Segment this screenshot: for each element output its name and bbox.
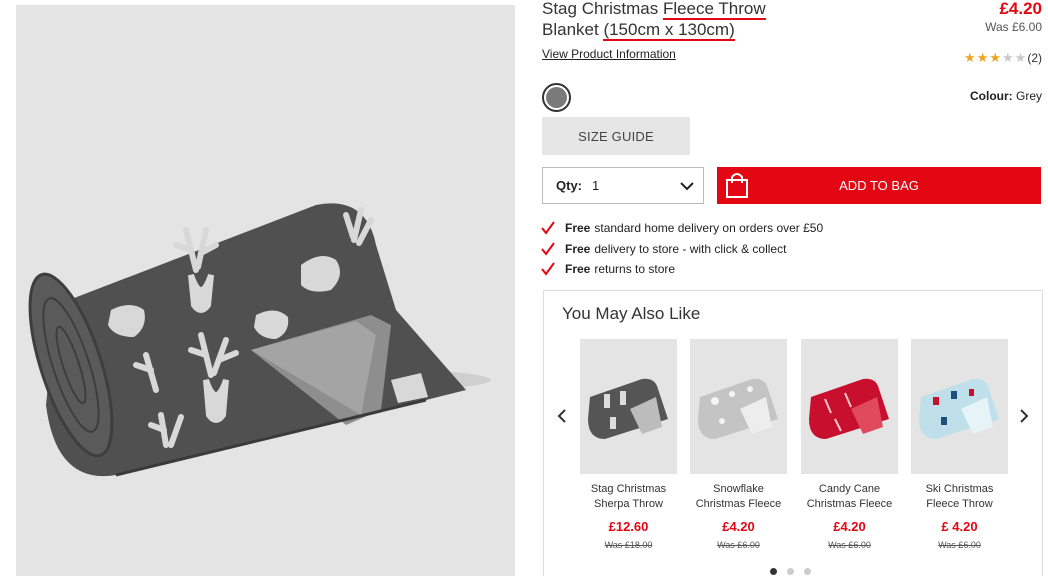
card-name-line: Fleece Throw bbox=[926, 498, 993, 510]
chevron-left-icon[interactable] bbox=[555, 409, 569, 423]
star-filled-icon: ★ bbox=[964, 50, 976, 65]
card-name-line: Christmas Fleece bbox=[806, 498, 893, 510]
colour-swatch-grey[interactable] bbox=[542, 83, 571, 112]
product-card[interactable]: Candy Cane Christmas Fleece £4.20 Was £6… bbox=[801, 339, 898, 550]
title-text-2: Fleece Throw bbox=[662, 0, 766, 20]
star-empty-icon: ★ bbox=[1014, 50, 1027, 65]
title-text-3: Blanket bbox=[542, 20, 604, 39]
product-card[interactable]: Ski Christmas Fleece Throw £ 4.20 Was £6… bbox=[911, 339, 1008, 550]
product-card-was-price: Was £18.00 bbox=[604, 540, 653, 550]
colour-value: Grey bbox=[1015, 89, 1042, 103]
colour-indicator: Colour: Grey bbox=[970, 89, 1042, 103]
quantity-select[interactable]: Qty: 1 bbox=[542, 167, 704, 204]
benefit-text: delivery to store - with click & collect bbox=[594, 241, 787, 256]
rating-count: (2) bbox=[1027, 51, 1042, 65]
check-icon bbox=[541, 242, 555, 256]
check-icon bbox=[541, 221, 555, 235]
product-card-price: £4.20 bbox=[722, 519, 755, 534]
product-title: Stag Christmas Fleece Throw Blanket (150… bbox=[542, 0, 872, 41]
card-name-line: Snowflake bbox=[713, 483, 764, 495]
ski-throw-image bbox=[919, 378, 999, 439]
product-card-price: £4.20 bbox=[833, 519, 866, 534]
benefit-bold: Free bbox=[565, 262, 591, 277]
carousel-pagination bbox=[770, 568, 811, 575]
product-card[interactable]: Snowflake Christmas Fleece £4.20 Was £6.… bbox=[690, 339, 787, 550]
card-name-line: Ski Christmas bbox=[925, 483, 994, 495]
product-card-name[interactable]: Snowflake Christmas Fleece bbox=[690, 482, 787, 512]
star-filled-icon: ★ bbox=[976, 50, 989, 65]
card-name-line: Christmas Fleece bbox=[695, 498, 782, 510]
snowflake-throw-image bbox=[698, 378, 778, 439]
benefit-text: returns to store bbox=[594, 262, 676, 277]
pagination-dot[interactable] bbox=[787, 568, 794, 575]
size-guide-button[interactable]: SIZE GUIDE bbox=[542, 117, 690, 155]
swatch-fill bbox=[546, 87, 567, 108]
product-card-was-price: Was £6.00 bbox=[828, 540, 871, 550]
pagination-dot[interactable] bbox=[770, 568, 777, 575]
product-card-name[interactable]: Candy Cane Christmas Fleece bbox=[801, 482, 898, 512]
product-thumb[interactable] bbox=[911, 339, 1008, 474]
chevron-right-icon[interactable] bbox=[1017, 409, 1031, 423]
product-card-was-price: Was £6.00 bbox=[717, 540, 760, 550]
qty-value: 1 bbox=[592, 178, 600, 193]
check-icon bbox=[541, 262, 555, 276]
star-empty-icon: ★ bbox=[1002, 50, 1014, 65]
add-to-bag-button[interactable]: ADD TO BAG bbox=[717, 167, 1041, 204]
candy-cane-throw-image bbox=[809, 378, 889, 439]
shopping-bag-icon bbox=[726, 173, 748, 198]
benefit-bold: Free bbox=[565, 241, 591, 256]
product-card-price: £ 4.20 bbox=[941, 519, 978, 534]
star-filled-icon: ★ bbox=[989, 50, 1002, 65]
title-text-1: Stag Christmas bbox=[542, 0, 663, 18]
product-card-was-price: Was £6.00 bbox=[938, 540, 981, 550]
was-price: Was £6.00 bbox=[985, 20, 1042, 34]
product-card[interactable]: Stag Christmas Sherpa Throw £12.60 Was £… bbox=[580, 339, 677, 550]
benefit-item: Free returns to store bbox=[541, 259, 823, 280]
card-name-line: Stag Christmas bbox=[590, 483, 667, 495]
delivery-benefits: Free standard home delivery on orders ov… bbox=[541, 218, 823, 280]
add-to-bag-label: ADD TO BAG bbox=[839, 178, 919, 193]
card-name-line: Candy Cane bbox=[818, 483, 881, 495]
title-text-4: (150cm x 130cm) bbox=[603, 20, 735, 41]
product-card-name[interactable]: Stag Christmas Sherpa Throw bbox=[580, 482, 677, 512]
rating[interactable]: ★ ★ ★ ★ ★ (2) bbox=[964, 50, 1042, 66]
card-name-line: Sherpa Throw bbox=[594, 498, 663, 510]
benefit-item: Free standard home delivery on orders ov… bbox=[541, 218, 823, 239]
rolled-blanket-illustration bbox=[28, 203, 491, 477]
colour-label: Colour: bbox=[969, 89, 1013, 103]
product-thumb[interactable] bbox=[690, 339, 787, 474]
you-may-also-like-carousel: You May Also Like Stag Christmas Sherpa … bbox=[543, 290, 1043, 576]
current-price: £4.20 bbox=[999, 0, 1042, 18]
benefit-text: standard home delivery on orders over £5… bbox=[594, 221, 824, 236]
qty-label: Qty: bbox=[556, 178, 582, 193]
product-card-price: £12.60 bbox=[608, 519, 649, 534]
view-product-info-link[interactable]: View Product Information bbox=[542, 47, 676, 61]
product-thumb[interactable] bbox=[801, 339, 898, 474]
benefit-bold: Free bbox=[565, 221, 591, 236]
pagination-dot[interactable] bbox=[804, 568, 811, 575]
product-card-name[interactable]: Ski Christmas Fleece Throw bbox=[911, 482, 1008, 512]
benefit-item: Free delivery to store - with click & co… bbox=[541, 239, 823, 260]
carousel-title: You May Also Like bbox=[562, 304, 701, 323]
price-block: £4.20 Was £6.00 bbox=[985, 0, 1042, 35]
chevron-down-icon bbox=[680, 182, 694, 191]
grey-stag-throw-image bbox=[588, 378, 668, 439]
product-thumb[interactable] bbox=[580, 339, 677, 474]
product-main-image[interactable] bbox=[16, 5, 515, 576]
